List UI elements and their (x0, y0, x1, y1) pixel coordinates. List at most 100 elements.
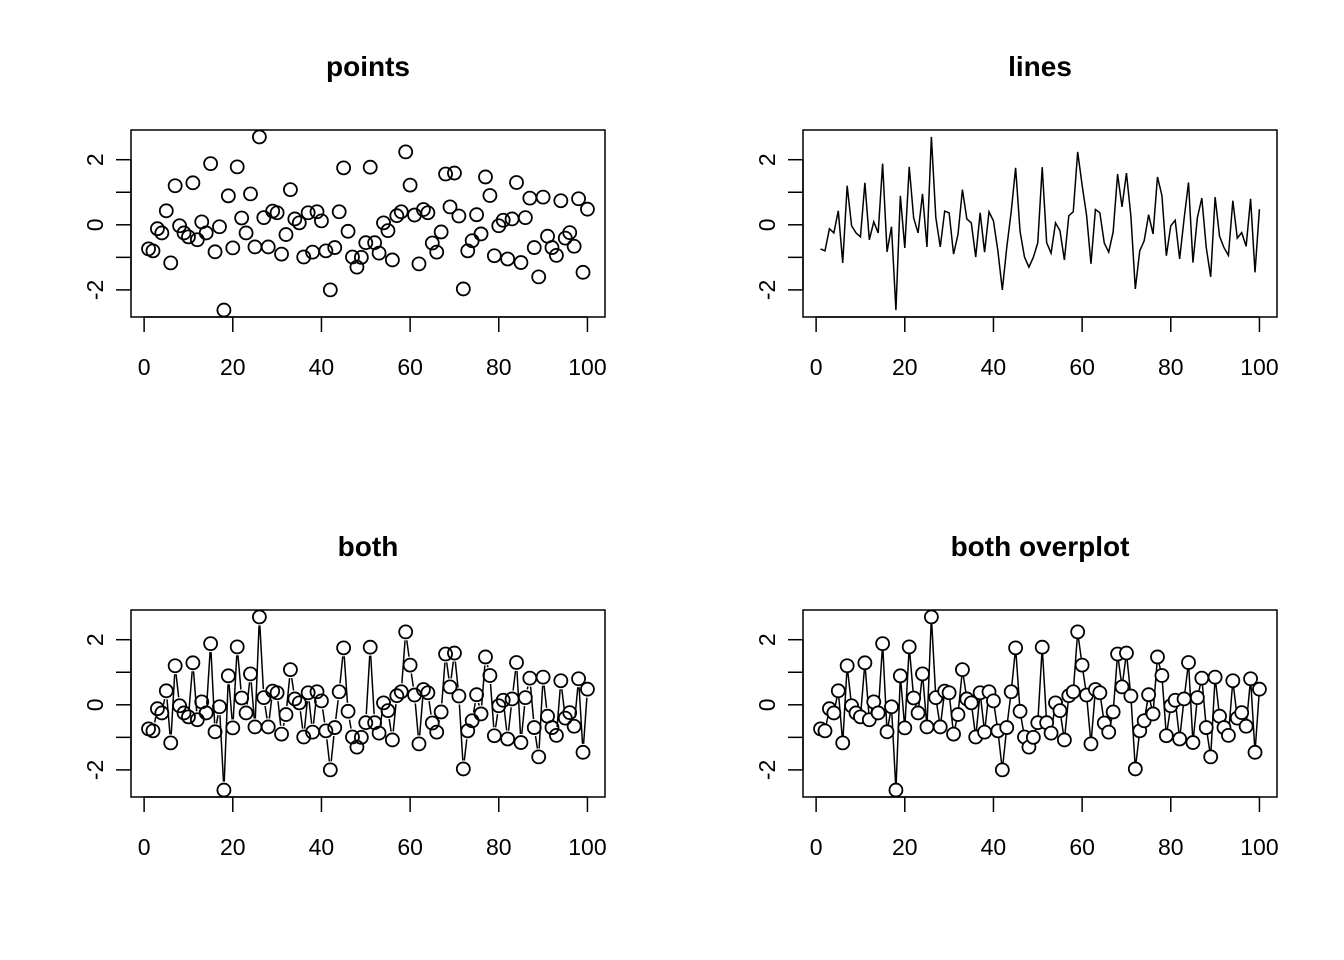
x-tick-label: 0 (810, 834, 823, 860)
data-point (580, 201, 595, 217)
data-point (1252, 681, 1267, 697)
x-tick-label: 80 (486, 354, 512, 380)
data-point (455, 281, 471, 297)
series-segment (282, 722, 285, 726)
series-segment (326, 739, 331, 762)
data-point (220, 668, 236, 684)
data-point (486, 728, 502, 744)
data-point (376, 215, 391, 231)
chart-title: lines (1008, 51, 1072, 82)
data-point (212, 699, 227, 715)
data-point (522, 670, 538, 686)
data-point (340, 223, 356, 239)
data-point (923, 609, 939, 625)
data-point (402, 657, 418, 673)
data-point (322, 762, 338, 778)
series-segment (369, 655, 375, 715)
data-point (274, 726, 289, 742)
series-segment (215, 714, 219, 724)
data-point (500, 731, 516, 747)
x-tick-label: 20 (892, 354, 918, 380)
data-point (830, 683, 846, 699)
data-point (566, 718, 582, 734)
data-point (336, 640, 352, 656)
data-point (167, 658, 183, 674)
x-tick-label: 60 (397, 354, 423, 380)
x-tick-label: 0 (810, 354, 823, 380)
series-segment (428, 701, 432, 715)
series-segment (308, 701, 313, 724)
chart-title: points (326, 51, 410, 82)
data-point (220, 188, 236, 204)
y-tick-label: 2 (82, 153, 108, 166)
data-point (1127, 761, 1143, 777)
data-point (1154, 668, 1170, 683)
y-tick-label: 0 (754, 218, 780, 231)
data-point (513, 735, 529, 750)
series-segment (175, 674, 180, 698)
x-tick-label: 100 (1240, 354, 1278, 380)
data-point (892, 668, 908, 684)
y-tick-label: -2 (754, 760, 780, 780)
data-point (398, 624, 414, 640)
data-point (478, 169, 493, 185)
data-point (986, 693, 1001, 709)
series-segment (365, 655, 371, 715)
series-segment (410, 673, 415, 687)
y-tick-label: 2 (82, 633, 108, 646)
series-segment (534, 735, 539, 749)
data-point (198, 225, 214, 241)
data-point (897, 720, 913, 736)
data-point (910, 705, 926, 721)
series-segment (290, 677, 295, 691)
panel-points: points 0 20 40 60 80 100 -2 0 2 (82, 51, 607, 380)
data-point (1012, 703, 1028, 719)
y-tick-label: 0 (82, 698, 108, 711)
data-point (535, 189, 551, 205)
data-point (1185, 735, 1201, 750)
x-tick-label: 80 (1158, 834, 1184, 860)
data-point (1207, 669, 1223, 685)
data-point (941, 685, 957, 701)
data-point (478, 649, 493, 665)
series-segment (406, 640, 410, 657)
data-point (1070, 624, 1086, 640)
data-point (278, 707, 294, 722)
series-segment (162, 698, 166, 705)
data-point (229, 159, 245, 175)
panel-both-overplot: both overplot 0 20 40 60 80 100 -2 0 2 (754, 531, 1279, 860)
data-point (482, 188, 498, 203)
series-segment (503, 708, 508, 731)
data-point (553, 673, 569, 689)
series-segment (526, 686, 529, 690)
series-segment (445, 662, 450, 679)
series-segment (330, 735, 335, 762)
series-segment (477, 702, 480, 706)
data-point (225, 240, 241, 256)
y-tick-label: 0 (754, 698, 780, 711)
series-segment (414, 703, 419, 736)
data-point (145, 723, 161, 739)
data-point (1123, 688, 1139, 704)
data-point (331, 204, 347, 220)
data-point (274, 246, 289, 262)
plot-frame (130, 129, 606, 318)
data-point (517, 210, 533, 226)
data-point (1065, 684, 1081, 700)
data-point (238, 225, 254, 241)
series-segment (188, 671, 193, 709)
series-segment (348, 719, 352, 729)
data-point (580, 681, 595, 697)
data-point (1194, 670, 1210, 686)
plot-frame (130, 609, 606, 798)
data-point (411, 736, 427, 752)
data-point (875, 636, 891, 652)
data-point (234, 210, 250, 226)
series-segment (388, 718, 392, 732)
data-point (247, 719, 263, 735)
series-segment (264, 705, 268, 719)
data-point (256, 690, 272, 706)
data-point (384, 252, 400, 268)
data-point (1181, 655, 1196, 670)
y-tick-label: 2 (754, 633, 780, 646)
